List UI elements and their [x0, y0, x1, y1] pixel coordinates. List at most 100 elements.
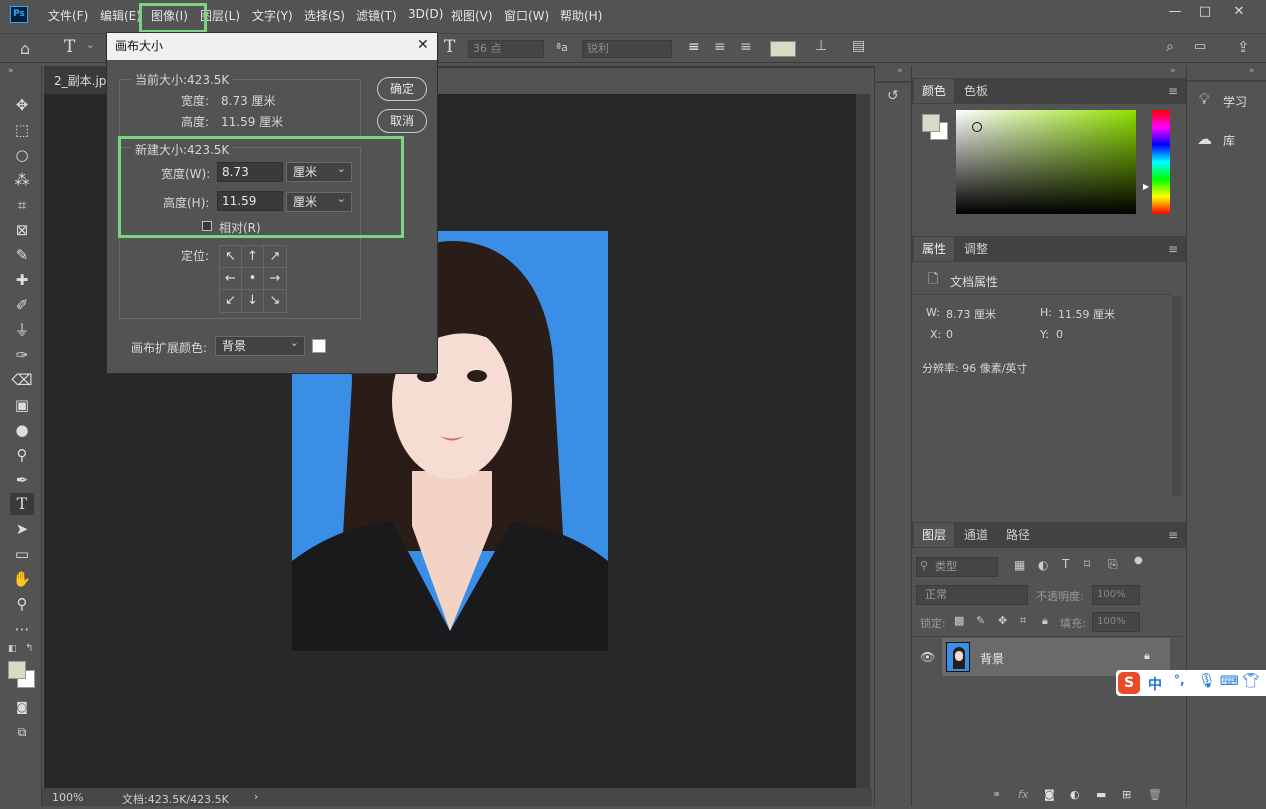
menu-file[interactable]: 文件(F) [48, 7, 88, 24]
menu-type[interactable]: 文字(Y) [252, 7, 293, 24]
eraser-tool-icon[interactable]: ⌫ [10, 369, 34, 391]
photoshop-logo[interactable]: Ps [10, 6, 28, 23]
anchor-top-right[interactable]: ↗ [264, 246, 286, 268]
microphone-icon[interactable]: 🎙︎ [1198, 673, 1216, 689]
filter-toggle-icon[interactable]: ● [1134, 555, 1143, 566]
lock-artboard-icon[interactable]: ⌗ [1020, 614, 1026, 628]
minimize-button[interactable]: — [1160, 2, 1190, 24]
filter-smart-icon[interactable]: ⎘ [1108, 557, 1118, 572]
marquee-tool-icon[interactable]: ⬚ [10, 119, 34, 141]
eye-icon[interactable]: 👁︎ [920, 650, 935, 664]
color-field[interactable] [956, 110, 1136, 214]
screen-mode-icon[interactable]: ⧉ [10, 721, 34, 743]
fx-icon[interactable]: fx [1018, 788, 1028, 801]
tab-color[interactable]: 颜色 [914, 79, 955, 103]
align-right-icon[interactable]: ≡ [740, 39, 752, 55]
quick-mask-icon[interactable]: ◙ [10, 696, 34, 718]
antialias-select[interactable]: 锐利 [582, 40, 672, 58]
cancel-button[interactable]: 取消 [377, 109, 427, 133]
h-value[interactable]: 11.59 厘米 [1058, 306, 1115, 322]
type-tool-icon[interactable]: T [10, 493, 34, 515]
pen-tool-icon[interactable]: ✒ [10, 469, 34, 491]
eyedropper-tool-icon[interactable]: ✎ [10, 244, 34, 266]
sogou-logo[interactable]: S [1118, 672, 1140, 694]
menu-view[interactable]: 视图(V) [451, 7, 493, 24]
filter-adjustment-icon[interactable]: ◐ [1038, 558, 1048, 572]
kind-filter-select[interactable]: 类型 [916, 557, 998, 577]
ext-color-select[interactable]: 背景 [215, 334, 305, 356]
vertical-scrollbar[interactable] [856, 94, 870, 788]
ime-punct[interactable]: °, [1174, 673, 1185, 687]
x-value[interactable]: 0 [946, 328, 953, 341]
new-layer-icon[interactable]: ⊞ [1122, 788, 1131, 801]
brush-tool-icon[interactable]: ✐ [10, 294, 34, 316]
crop-tool-icon[interactable]: ⌗ [10, 194, 34, 216]
close-icon[interactable]: ✕ [417, 37, 429, 53]
align-left-icon[interactable]: ≡ [688, 39, 700, 55]
libraries-icon[interactable]: ☁ [1197, 130, 1212, 148]
ime-lang[interactable]: 中 [1148, 674, 1162, 694]
hand-tool-icon[interactable]: ✋ [10, 568, 34, 590]
lock-position-icon[interactable]: ✥ [998, 614, 1007, 627]
clone-stamp-tool-icon[interactable]: ⏚ [10, 319, 34, 341]
type-tool-preset-icon[interactable]: T [64, 37, 75, 57]
properties-scrollbar[interactable] [1172, 296, 1182, 496]
menu-help[interactable]: 帮助(H) [560, 7, 602, 24]
keyboard-icon[interactable]: ⌨ [1220, 674, 1239, 689]
anchor-bottom-right[interactable]: ↘ [264, 290, 286, 312]
lasso-tool-icon[interactable]: ○ [10, 144, 34, 166]
ext-color-swatch[interactable] [312, 339, 326, 353]
w-value[interactable]: 8.73 厘米 [946, 306, 996, 322]
workspace-icon[interactable]: ▭ [1194, 39, 1206, 54]
filter-pixel-icon[interactable]: ▦ [1014, 558, 1025, 572]
collapse-icon[interactable]: » [8, 66, 14, 76]
hue-slider[interactable] [1152, 110, 1170, 214]
menu-3d[interactable]: 3D(D) [408, 7, 443, 21]
anchor-bottom-left[interactable]: ↙ [220, 290, 242, 312]
lock-all-icon[interactable]: 🔒︎ [1042, 614, 1048, 628]
filter-type-icon[interactable]: T [1062, 557, 1069, 571]
tab-adjustments[interactable]: 调整 [956, 237, 996, 261]
opacity-field[interactable]: 100% [1092, 585, 1140, 605]
text-color-swatch[interactable] [770, 41, 796, 57]
move-tool-icon[interactable]: ✥ [10, 94, 34, 116]
color-fg-swatch[interactable] [922, 114, 940, 132]
y-value[interactable]: 0 [1056, 328, 1063, 341]
swap-colors-icon[interactable]: ↰ [25, 643, 33, 654]
link-layers-icon[interactable]: ⚭ [992, 788, 1001, 801]
anchor-bottom[interactable]: ↓ [242, 290, 264, 312]
home-icon[interactable]: ⌂ [20, 39, 30, 58]
anchor-left[interactable]: ← [220, 268, 242, 290]
tab-paths[interactable]: 路径 [998, 523, 1038, 547]
lock-image-icon[interactable]: ✎ [976, 614, 985, 627]
quick-select-tool-icon[interactable]: ⁂ [10, 169, 34, 191]
menu-edit[interactable]: 编辑(E) [100, 7, 141, 24]
panel-menu-icon[interactable]: ≡ [1168, 529, 1180, 541]
collapse-strip-icon[interactable]: » [1249, 66, 1255, 76]
tab-properties[interactable]: 属性 [914, 237, 955, 261]
more-tools-icon[interactable]: ⋯ [10, 618, 34, 640]
menu-window[interactable]: 窗口(W) [504, 7, 549, 24]
maximize-button[interactable]: □ [1190, 2, 1220, 24]
default-colors-icon[interactable]: ◧ [8, 644, 17, 654]
skin-icon[interactable]: 👕︎ [1242, 673, 1260, 689]
dodge-tool-icon[interactable]: ⚲ [10, 444, 34, 466]
new-group-icon[interactable]: ▬ [1096, 788, 1106, 801]
rectangle-tool-icon[interactable]: ▭ [10, 543, 34, 565]
trash-icon[interactable]: 🗑︎ [1148, 788, 1162, 801]
zoom-level[interactable]: 100% [52, 791, 83, 804]
collapse-panel-icon[interactable]: » [1170, 66, 1176, 76]
healing-brush-tool-icon[interactable]: ✚ [10, 269, 34, 291]
status-menu-arrow[interactable]: › [254, 790, 258, 803]
hue-slider-marker[interactable]: ▶ [1143, 182, 1149, 191]
libraries-label[interactable]: 库 [1223, 132, 1235, 149]
tab-swatches[interactable]: 色板 [956, 79, 996, 103]
lock-transparent-icon[interactable]: ▩ [954, 614, 964, 627]
blend-mode-select[interactable]: 正常 [916, 585, 1028, 605]
menu-filter[interactable]: 滤镜(T) [356, 7, 397, 24]
foreground-color-swatch[interactable] [8, 661, 26, 679]
path-select-tool-icon[interactable]: ➤ [10, 518, 34, 540]
adjustment-layer-icon[interactable]: ◐ [1070, 788, 1080, 801]
panel-menu-icon[interactable]: ≡ [1168, 85, 1180, 97]
close-window-button[interactable]: ✕ [1224, 2, 1254, 24]
